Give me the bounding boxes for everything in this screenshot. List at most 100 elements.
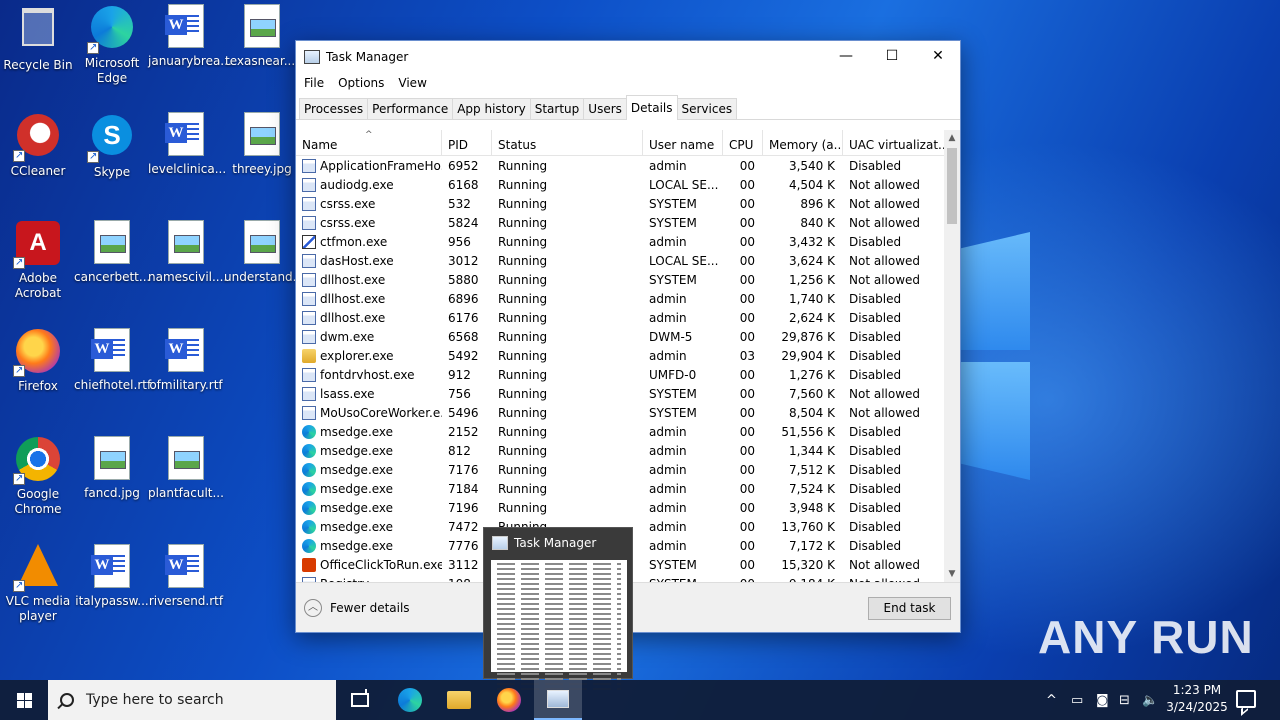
scroll-thumb[interactable] [947,148,957,224]
column-header-uac[interactable]: UAC virtualizat... [843,130,944,155]
cpu-cell: 00 [739,386,755,401]
memory-cell: 2,624 K [788,310,835,325]
desktop-icon-label: Adobe Acrobat [14,271,62,300]
network-icon[interactable]: ⊟ [1119,680,1130,720]
column-header-cpu[interactable]: CPU [723,130,763,155]
desktop-icon-riversend-rtf[interactable]: Wriversend.rtf [148,544,224,609]
tab-details[interactable]: Details [625,95,678,120]
table-row[interactable]: dwm.exe 6568 Running DWM-5 00 29,876 K Disable… [296,327,944,346]
table-row[interactable]: MoUsoCoreWorker.e... 5496 Running SYSTEM 00 8… [296,403,944,422]
tab-startup[interactable]: Startup [529,98,585,119]
task-view-button[interactable] [336,680,384,720]
user-name-cell: admin [649,443,687,458]
scroll-down-arrow-icon[interactable]: ▼ [944,566,960,582]
tab-app-history[interactable]: App history [452,98,531,119]
table-row[interactable]: explorer.exe 5492 Running admin 03 29,904 K Di… [296,346,944,365]
table-row[interactable]: ApplicationFrameHo... 6952 Running admin 00 3… [296,156,944,175]
desktop-icon-italypassw[interactable]: Witalypassw... [74,544,150,609]
tab-processes[interactable]: Processes [299,98,369,119]
desktop-icon-ccleaner[interactable]: CCleaner [0,112,76,179]
show-hidden-icons-button[interactable]: ^ [1046,680,1057,720]
desktop-icon-firefox[interactable]: Firefox [0,328,76,394]
start-button[interactable] [0,680,48,720]
table-row[interactable]: msedge.exe 7184 Running admin 00 7,524 K Disab… [296,479,944,498]
table-row[interactable]: msedge.exe 7176 Running admin 00 7,512 K Disab… [296,460,944,479]
taskbar-thumbnail-preview[interactable]: Task Manager [483,527,633,690]
status-cell: Running [498,500,548,515]
desktop-icon-vlc-media-player[interactable]: VLC media player [0,544,76,624]
tab-performance[interactable]: Performance [367,98,454,119]
column-header-status[interactable]: Status [492,130,643,155]
search-box[interactable]: Type here to search [48,680,336,720]
menu-view[interactable]: View [398,76,426,90]
app-process-icon [302,310,316,325]
table-row[interactable]: fontdrvhost.exe 912 Running UMFD-0 00 1,276 K… [296,365,944,384]
clock[interactable]: 1:23 PM 3/24/2025 [1162,682,1232,716]
column-header-pid[interactable]: PID [442,130,492,155]
close-button[interactable]: ✕ [915,41,961,71]
uac-cell: Disabled [849,500,902,515]
taskbar-file-explorer-button[interactable] [435,680,483,720]
minimize-button[interactable]: — [823,41,869,71]
desktop-icon-adobe-acrobat[interactable]: AAdobe Acrobat [0,220,76,301]
desktop-icon-skype[interactable]: SSkype [74,112,150,180]
end-task-button[interactable]: End task [868,597,951,620]
desktop-icon-fancd-jpg[interactable]: fancd.jpg [74,436,150,501]
table-row[interactable]: dasHost.exe 3012 Running LOCAL SE... 00 3,624… [296,251,944,270]
desktop-icon-chiefhotel-rtf[interactable]: Wchiefhotel.rtf [74,328,151,393]
table-row[interactable]: msedge.exe 2152 Running admin 00 51,556 K Disa… [296,422,944,441]
tab-users[interactable]: Users [583,98,627,119]
desktop-icon-januarybrea[interactable]: Wjanuarybrea... [148,4,232,69]
column-header-memory[interactable]: Memory (a... [763,130,843,155]
desktop-icon-label: levelclinica... [148,162,227,176]
table-row[interactable]: msedge.exe 7196 Running admin 00 3,948 K Disab… [296,498,944,517]
table-row[interactable]: dllhost.exe 5880 Running SYSTEM 00 1,256 K Not… [296,270,944,289]
process-name-cell: msedge.exe [296,519,442,534]
table-row[interactable]: lsass.exe 756 Running SYSTEM 00 7,560 K Not al… [296,384,944,403]
notification-center-icon[interactable] [1236,690,1256,708]
process-name-cell: msedge.exe [296,500,442,515]
cpu-cell: 00 [739,234,755,249]
desktop-icon-texasnear[interactable]: texasnear.... [224,4,300,69]
desktop-icon-namescivil[interactable]: namescivil.... [148,220,227,285]
table-row[interactable]: csrss.exe 5824 Running SYSTEM 00 840 K Not all… [296,213,944,232]
process-name-cell: ApplicationFrameHo... [296,158,442,173]
table-row[interactable]: msedge.exe 812 Running admin 00 1,344 K Disabl… [296,441,944,460]
volume-icon[interactable]: 🔈 [1142,680,1158,720]
table-row[interactable]: dllhost.exe 6176 Running admin 00 2,624 K Disa… [296,308,944,327]
taskbar-edge-button[interactable] [386,680,434,720]
table-row[interactable]: audiodg.exe 6168 Running LOCAL SE... 00 4,504… [296,175,944,194]
table-row[interactable]: ctfmon.exe 956 Running admin 00 3,432 K Disabl… [296,232,944,251]
tray-device-icon[interactable]: ▭ [1071,680,1083,720]
desktop-icon-ofmilitary-rtf[interactable]: Wofmilitary.rtf [148,328,224,393]
office-process-icon [302,557,316,572]
table-row[interactable]: csrss.exe 532 Running SYSTEM 00 896 K Not allo… [296,194,944,213]
desktop-icon-google-chrome[interactable]: Google Chrome [0,436,76,517]
cpu-cell: 00 [739,481,755,496]
desktop-icon-plantfacult[interactable]: plantfacult... [148,436,224,501]
status-cell: Running [498,253,548,268]
scroll-up-arrow-icon[interactable]: ▲ [944,130,960,146]
fewer-details-link[interactable]: ︿ Fewer details [304,599,410,617]
pid-cell: 5824 [448,215,479,230]
uac-cell: Disabled [849,348,902,363]
maximize-button[interactable]: ☐ [869,41,915,71]
table-row[interactable]: dllhost.exe 6896 Running admin 00 1,740 K Disa… [296,289,944,308]
vertical-scrollbar[interactable]: ▲ ▼ [944,130,960,582]
desktop-icon-understand[interactable]: understand... [224,220,304,285]
desktop-icon-microsoft-edge[interactable]: Microsoft Edge [74,4,150,86]
memory-cell: 15,320 K [781,557,835,572]
desktop-icon-recycle-bin[interactable]: Recycle Bin [0,4,76,73]
status-cell: Running [498,215,548,230]
status-cell: Running [498,481,548,496]
menu-options[interactable]: Options [338,76,384,90]
taskbar-task-manager-button[interactable] [534,680,582,720]
tab-services[interactable]: Services [676,98,738,119]
tray-meet-icon[interactable]: ◙ [1096,680,1109,720]
desktop-icon-cancerbett[interactable]: cancerbett... [74,220,150,285]
taskbar-firefox-button[interactable] [485,680,533,720]
desktop-icon-levelclinica[interactable]: Wlevelclinica... [148,112,227,177]
column-header-user-name[interactable]: User name [643,130,723,155]
menu-file[interactable]: File [304,76,324,90]
desktop-icon-threey-jpg[interactable]: threey.jpg [224,112,300,177]
